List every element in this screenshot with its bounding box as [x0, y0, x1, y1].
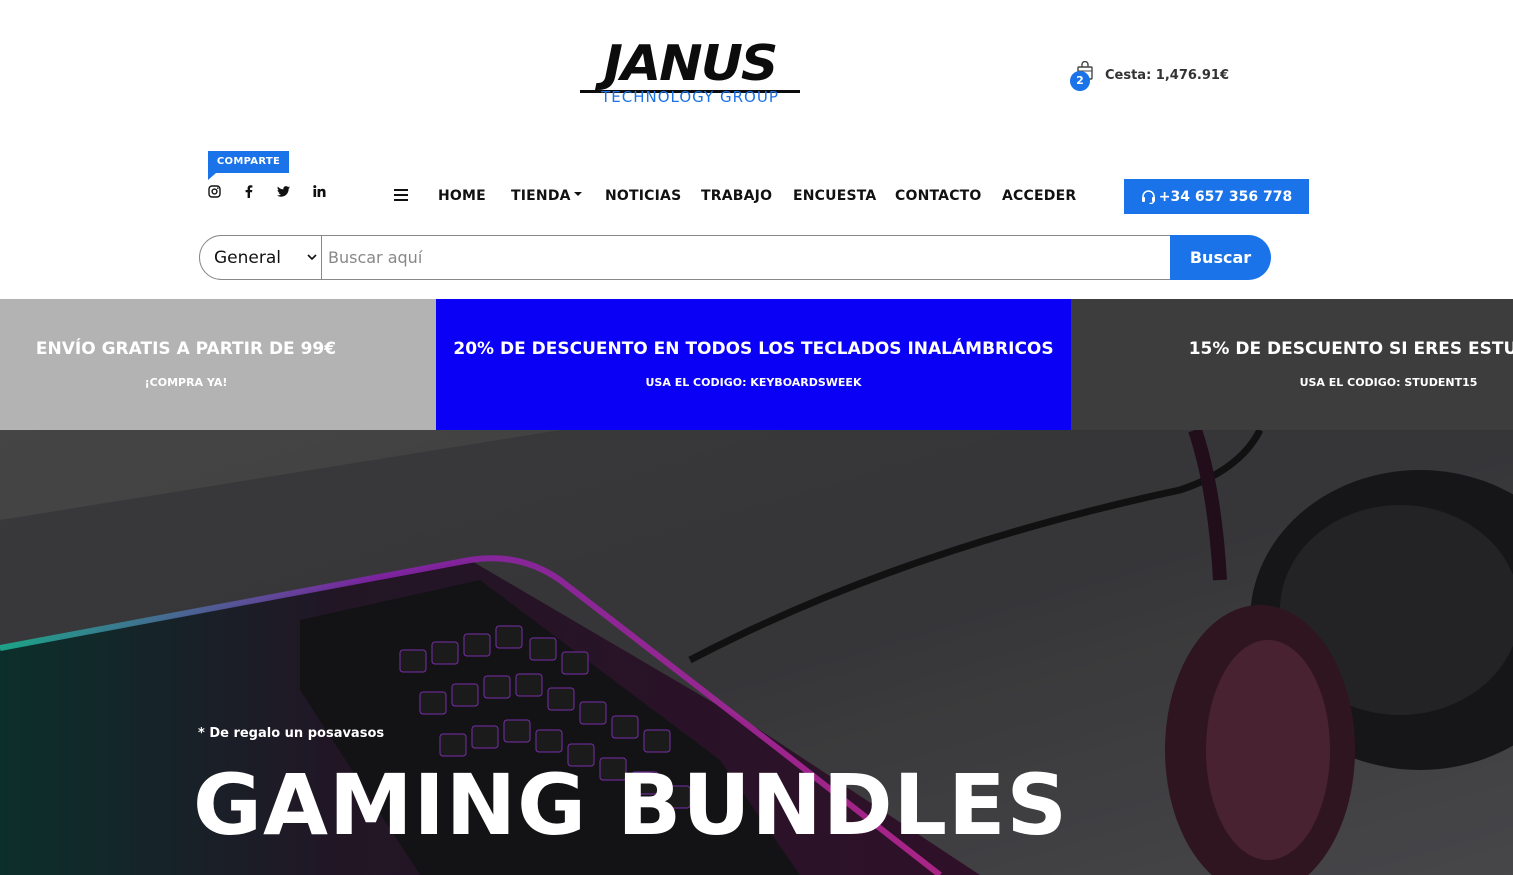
promo-subtitle: ¡COMPRA YA!	[144, 376, 228, 389]
nav-trabajo[interactable]: TRABAJO	[701, 188, 772, 204]
twitter-icon[interactable]	[275, 183, 291, 199]
nav-tienda-label: TIENDA	[511, 188, 571, 204]
search-category-value: General	[214, 247, 281, 268]
nav-tienda[interactable]: TIENDA	[511, 188, 582, 204]
chevron-down-icon	[307, 254, 317, 261]
hero-banner: * De regalo un posavasos GAMING BUNDLES	[0, 430, 1513, 875]
phone-button[interactable]: +34 657 356 778	[1124, 179, 1309, 214]
promo-title: 20% DE DESCUENTO EN TODOS LOS TECLADOS I…	[453, 339, 1054, 359]
logo-tagline: TECHNOLOGY GROUP	[601, 88, 779, 106]
promo-carousel: ENVÍO GRATIS A PARTIR DE 99€ ¡COMPRA YA!…	[0, 299, 1513, 430]
phone-number: +34 657 356 778	[1158, 188, 1293, 205]
promo-subtitle: USA EL CODIGO: STUDENT15	[1299, 376, 1478, 389]
nav-noticias[interactable]: NOTICIAS	[605, 188, 681, 204]
janus-logo[interactable]: JANUS TECHNOLOGY GROUP	[578, 38, 802, 108]
promo-title: ENVÍO GRATIS A PARTIR DE 99€	[35, 339, 337, 359]
facebook-icon[interactable]	[241, 183, 257, 199]
promo-keyboards[interactable]: 20% DE DESCUENTO EN TODOS LOS TECLADOS I…	[436, 299, 1071, 430]
menu-toggle-icon[interactable]	[394, 189, 408, 203]
promo-title: 15% DE DESCUENTO SI ERES ESTUDIANTE	[1188, 339, 1513, 359]
shopping-bag-icon: 2	[1070, 61, 1096, 91]
linkedin-icon[interactable]	[311, 183, 327, 199]
promo-students[interactable]: 15% DE DESCUENTO SI ERES ESTUDIANTE USA …	[1071, 299, 1513, 430]
nav-contacto[interactable]: CONTACTO	[895, 188, 982, 204]
search-button[interactable]: Buscar	[1170, 235, 1271, 280]
cart-total-label: Cesta: 1,476.91€	[1105, 67, 1230, 83]
promo-free-shipping[interactable]: ENVÍO GRATIS A PARTIR DE 99€ ¡COMPRA YA!	[0, 299, 436, 430]
cart-link[interactable]: 2 Cesta: 1,476.91€	[1070, 60, 1230, 91]
search-input[interactable]	[321, 235, 1171, 280]
share-label: COMPARTE	[208, 151, 289, 180]
search-bar: General Buscar	[199, 235, 1271, 280]
nav-acceder[interactable]: ACCEDER	[1002, 188, 1076, 204]
instagram-icon[interactable]	[206, 183, 222, 199]
chevron-down-icon	[573, 192, 582, 196]
headset-icon	[1141, 189, 1155, 204]
nav-home[interactable]: HOME	[438, 188, 486, 204]
search-category-select[interactable]: General	[199, 235, 322, 280]
hero-title: GAMING BUNDLES	[193, 756, 1068, 854]
nav-encuesta[interactable]: ENCUESTA	[793, 188, 876, 204]
logo-wordmark: JANUS	[603, 35, 779, 93]
promo-subtitle: USA EL CODIGO: KEYBOARDSWEEK	[645, 376, 862, 389]
cart-count-badge: 2	[1070, 71, 1090, 91]
hero-note: * De regalo un posavasos	[198, 726, 385, 741]
